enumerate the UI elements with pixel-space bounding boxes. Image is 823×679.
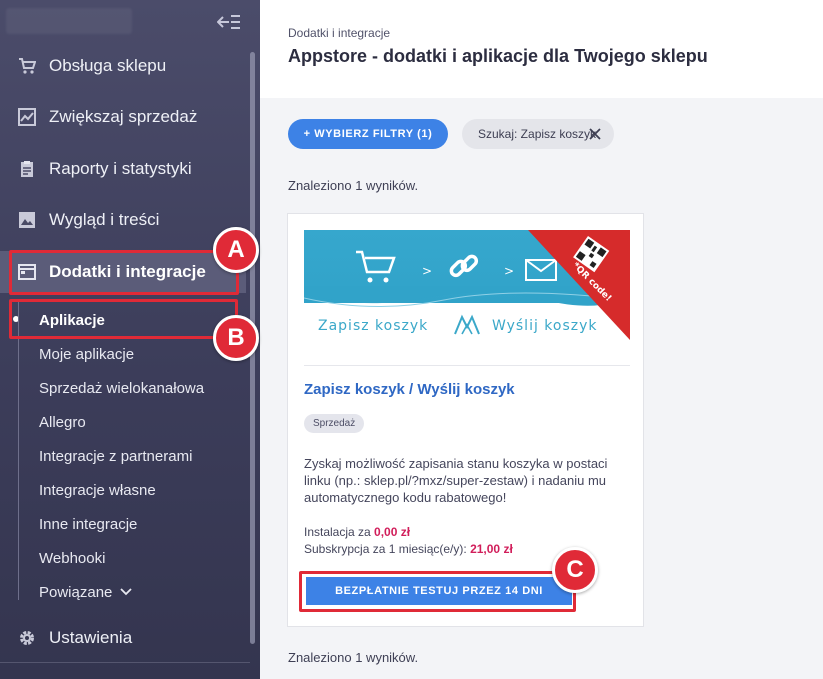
sidebar-subitem-integracje-z-partnerami[interactable]: Integracje z partnerami	[39, 442, 192, 470]
sidebar-item-raporty[interactable]: Raporty i statystyki	[0, 149, 246, 189]
page-title: Appstore - dodatki i aplikacje dla Twoje…	[288, 46, 708, 66]
shop-logo[interactable]	[6, 8, 132, 34]
collapse-sidebar-icon[interactable]	[216, 12, 241, 32]
choose-filters-button[interactable]: + WYBIERZ FILTRY (1)	[288, 119, 448, 149]
sidebar-item-wyglad[interactable]: Wygląd i treści	[0, 200, 246, 240]
sidebar-subitem-label: Powiązane	[39, 583, 113, 601]
annotation-marker-b: B	[213, 315, 259, 361]
svg-text:>: >	[422, 264, 432, 278]
submenu: Aplikacje Moje aplikacje Sprzedaż wielok…	[18, 302, 248, 601]
breadcrumb[interactable]: Dodatki i integracje	[288, 26, 390, 40]
sidebar-subitem-webhooki[interactable]: Webhooki	[39, 544, 105, 572]
divider	[0, 662, 250, 663]
close-icon[interactable]	[589, 128, 601, 140]
divider	[304, 365, 630, 366]
app-banner[interactable]: > > *QR code! Zapisz koszyk Wyślij koszy…	[304, 230, 630, 348]
install-price: Instalacja za 0,00 zł	[304, 525, 410, 539]
sidebar-subitem-allegro[interactable]: Allegro	[39, 408, 86, 436]
sidebar-item-label: Ustawienia	[49, 628, 133, 647]
highlight-box-a	[9, 250, 239, 295]
sidebar-subitem-moje-aplikacje[interactable]: Moje aplikacje	[39, 340, 134, 368]
sidebar-subitem-integracje-wlasne[interactable]: Integracje własne	[39, 476, 156, 504]
sidebar-item-label: Obsługa sklepu	[49, 56, 167, 75]
chevron-down-icon	[120, 588, 133, 596]
install-price-label: Instalacja za	[304, 525, 371, 539]
svg-text:>: >	[504, 264, 514, 278]
clipboard-icon	[18, 160, 36, 178]
sidebar-subitem-inne-integracje[interactable]: Inne integracje	[39, 510, 137, 538]
category-badge: Sprzedaż	[304, 414, 365, 433]
highlight-box-b	[9, 299, 238, 339]
sidebar-subitem-sprzedaz-wielokanalowa[interactable]: Sprzedaż wielokanałowa	[39, 374, 204, 402]
highlight-box-c	[299, 571, 576, 612]
banner-left-text: Zapisz koszyk	[318, 318, 429, 334]
sidebar-item-obsluga-sklepu[interactable]: Obsługa sklepu	[0, 46, 246, 86]
subscription-price-label: Subskrypcja za 1 miesiąc(e/y):	[304, 542, 467, 556]
chart-icon	[18, 108, 36, 126]
sidebar-item-label: Wygląd i treści	[49, 210, 160, 229]
logo-icon	[454, 314, 480, 335]
sidebar-item-label: Raporty i statystyki	[49, 159, 192, 178]
app-description: Zyskaj możliwość zapisania stanu koszyka…	[304, 456, 608, 505]
annotation-marker-c: C	[552, 547, 598, 593]
app-name-link[interactable]: Zapisz koszyk / Wyślij koszyk	[304, 381, 515, 398]
sidebar-item-label: Zwiększaj sprzedaż	[49, 107, 198, 126]
sidebar-item-ustawienia[interactable]: Ustawienia	[0, 618, 246, 658]
sidebar-subitem-powiazane[interactable]: Powiązane	[39, 578, 133, 606]
subscription-price: Subskrypcja za 1 miesiąc(e/y): 21,00 zł	[304, 542, 513, 556]
search-filter-chip[interactable]: Szukaj: Zapisz koszyk	[462, 119, 614, 149]
gear-icon	[18, 629, 36, 647]
sidebar-item-zwiekszaj-sprzedaz[interactable]: Zwiększaj sprzedaż	[0, 97, 246, 137]
cart-icon	[18, 57, 36, 75]
page-header: Dodatki i integracje Appstore - dodatki …	[260, 0, 823, 98]
image-icon	[18, 211, 36, 229]
results-count: Znaleziono 1 wyników.	[288, 178, 419, 193]
annotation-marker-a: A	[213, 227, 259, 273]
banner-right-text: Wyślij koszyk	[492, 318, 598, 334]
results-count-bottom: Znaleziono 1 wyników.	[288, 650, 419, 665]
search-filter-label: Szukaj: Zapisz koszyk	[478, 127, 597, 141]
subscription-price-value: 21,00 zł	[470, 542, 513, 556]
install-price-value: 0,00 zł	[374, 525, 411, 539]
